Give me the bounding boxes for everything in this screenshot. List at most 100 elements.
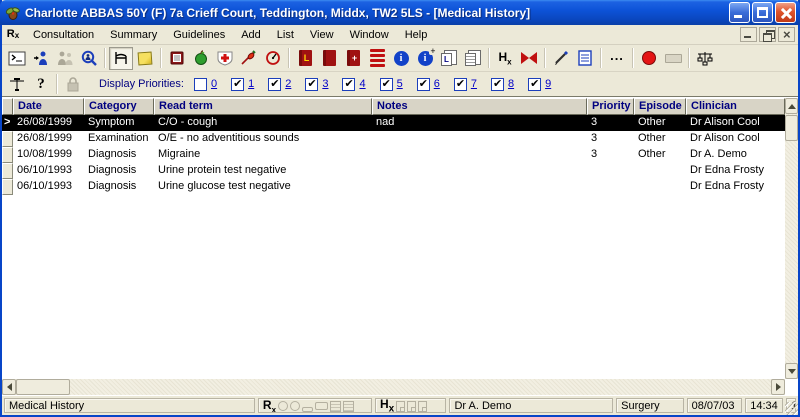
priority-checkbox-6[interactable]: 6 — [417, 78, 440, 91]
menu-help[interactable]: Help — [397, 26, 436, 44]
priority-checkbox-2[interactable]: 2 — [268, 78, 291, 91]
cell-episode[interactable]: Other — [634, 115, 686, 131]
sticky-note-icon[interactable] — [133, 47, 157, 70]
cell-date[interactable]: 26/08/1999 — [13, 131, 84, 147]
table-row[interactable]: 06/10/1993 Diagnosis Urine protein test … — [2, 163, 785, 179]
tree-flow-icon[interactable] — [5, 73, 29, 96]
table-row[interactable]: 26/08/1999 Examination O/E - no adventit… — [2, 131, 785, 147]
cell-notes[interactable] — [372, 163, 587, 179]
cell-read-term[interactable]: C/O - cough — [154, 115, 372, 131]
menu-guidelines[interactable]: Guidelines — [165, 26, 233, 44]
priority-checkbox-4[interactable]: 4 — [342, 78, 365, 91]
cell-clinician[interactable]: Dr Alison Cool — [686, 115, 785, 131]
cell-episode[interactable]: Other — [634, 147, 686, 163]
select-patient-icon[interactable] — [29, 47, 53, 70]
table-row[interactable]: > 26/08/1999 Symptom C/O - cough nad 3 O… — [2, 115, 785, 131]
first-aid-icon[interactable] — [213, 47, 237, 70]
menu-window[interactable]: Window — [342, 26, 397, 44]
pages-l-icon[interactable]: L — [437, 47, 461, 70]
mdi-restore-button[interactable] — [759, 27, 776, 42]
vertical-scrollbar[interactable] — [785, 98, 798, 379]
cell-category[interactable]: Examination — [84, 131, 154, 147]
cell-episode[interactable] — [634, 163, 686, 179]
mdi-close-button[interactable] — [778, 27, 795, 42]
checkbox-icon[interactable] — [528, 78, 541, 91]
column-header-date[interactable]: Date — [13, 98, 84, 115]
cell-notes[interactable] — [372, 147, 587, 163]
checkbox-icon[interactable] — [380, 78, 393, 91]
cell-priority[interactable]: 3 — [587, 131, 634, 147]
cell-read-term[interactable]: Urine glucose test negative — [154, 179, 372, 195]
info-icon[interactable]: i — [389, 47, 413, 70]
column-header-clinician[interactable]: Clinician — [686, 98, 785, 115]
help-icon[interactable]: ? — [29, 73, 53, 96]
menu-consultation[interactable]: Consultation — [25, 26, 102, 44]
priority-checkbox-5[interactable]: 5 — [380, 78, 403, 91]
scroll-right-button[interactable] — [771, 379, 785, 395]
close-button[interactable] — [775, 2, 796, 23]
find-patient-icon[interactable] — [77, 47, 101, 70]
ellipsis-icon[interactable]: ... — [605, 47, 629, 70]
cell-priority[interactable]: 3 — [587, 115, 634, 131]
priority-checkbox-3[interactable]: 3 — [305, 78, 328, 91]
status-rx-panel[interactable]: Rx — [258, 398, 372, 413]
cell-clinician[interactable]: Dr Edna Frosty — [686, 163, 785, 179]
pages-list-icon[interactable] — [461, 47, 485, 70]
cell-category[interactable]: Diagnosis — [84, 179, 154, 195]
gauge-icon[interactable] — [261, 47, 285, 70]
table-row[interactable]: 06/10/1993 Diagnosis Urine glucose test … — [2, 179, 785, 195]
pen-icon[interactable] — [549, 47, 573, 70]
resize-grip[interactable] — [785, 402, 798, 415]
column-header-priority[interactable]: Priority — [587, 98, 634, 115]
cell-read-term[interactable]: Urine protein test negative — [154, 163, 372, 179]
checkbox-icon[interactable] — [454, 78, 467, 91]
horizontal-scroll-thumb[interactable] — [16, 379, 70, 395]
menu-view[interactable]: View — [302, 26, 342, 44]
scroll-left-button[interactable] — [2, 379, 16, 395]
console-notepad-icon[interactable] — [5, 47, 29, 70]
menu-summary[interactable]: Summary — [102, 26, 165, 44]
vertical-scroll-thumb[interactable] — [785, 115, 798, 141]
horizontal-scrollbar[interactable] — [2, 379, 785, 395]
menu-add[interactable]: Add — [233, 26, 269, 44]
priority-checkbox-7[interactable]: 7 — [454, 78, 477, 91]
bowtie-icon[interactable] — [517, 47, 541, 70]
clipboard-icon[interactable] — [573, 47, 597, 70]
tree-view-icon[interactable] — [693, 47, 717, 70]
minimize-button[interactable] — [729, 2, 750, 23]
scroll-up-button[interactable] — [785, 98, 798, 114]
book-icon[interactable] — [317, 47, 341, 70]
column-header-category[interactable]: Category — [84, 98, 154, 115]
book-l-icon[interactable]: L — [293, 47, 317, 70]
cell-category[interactable]: Diagnosis — [84, 163, 154, 179]
priority-checkbox-0[interactable]: 0 — [194, 78, 217, 91]
cell-episode[interactable] — [634, 179, 686, 195]
cell-category[interactable]: Diagnosis — [84, 147, 154, 163]
journal-icon[interactable] — [165, 47, 189, 70]
checkbox-icon[interactable] — [491, 78, 504, 91]
cell-date[interactable]: 10/08/1999 — [13, 147, 84, 163]
scroll-down-button[interactable] — [785, 363, 798, 379]
cell-clinician[interactable]: Dr Edna Frosty — [686, 179, 785, 195]
mdi-minimize-button[interactable] — [740, 27, 757, 42]
info-add-icon[interactable]: i+ — [413, 47, 437, 70]
cell-notes[interactable]: nad — [372, 115, 587, 131]
status-hx-panel[interactable]: Hx — [375, 398, 446, 413]
cell-priority[interactable] — [587, 163, 634, 179]
cell-date[interactable]: 06/10/1993 — [13, 163, 84, 179]
priority-checkbox-8[interactable]: 8 — [491, 78, 514, 91]
cell-episode[interactable]: Other — [634, 131, 686, 147]
priority-checkbox-9[interactable]: 9 — [528, 78, 551, 91]
checkbox-icon[interactable] — [268, 78, 281, 91]
cell-notes[interactable] — [372, 131, 587, 147]
cell-category[interactable]: Symptom — [84, 115, 154, 131]
record-icon[interactable] — [637, 47, 661, 70]
cell-date[interactable]: 26/08/1999 — [13, 115, 84, 131]
red-list-icon[interactable] — [365, 47, 389, 70]
book-add-icon[interactable]: + — [341, 47, 365, 70]
column-header-read-term[interactable]: Read term — [154, 98, 372, 115]
apple-icon[interactable] — [189, 47, 213, 70]
cell-clinician[interactable]: Dr A. Demo — [686, 147, 785, 163]
row-selector[interactable] — [2, 163, 13, 179]
checkbox-icon[interactable] — [417, 78, 430, 91]
